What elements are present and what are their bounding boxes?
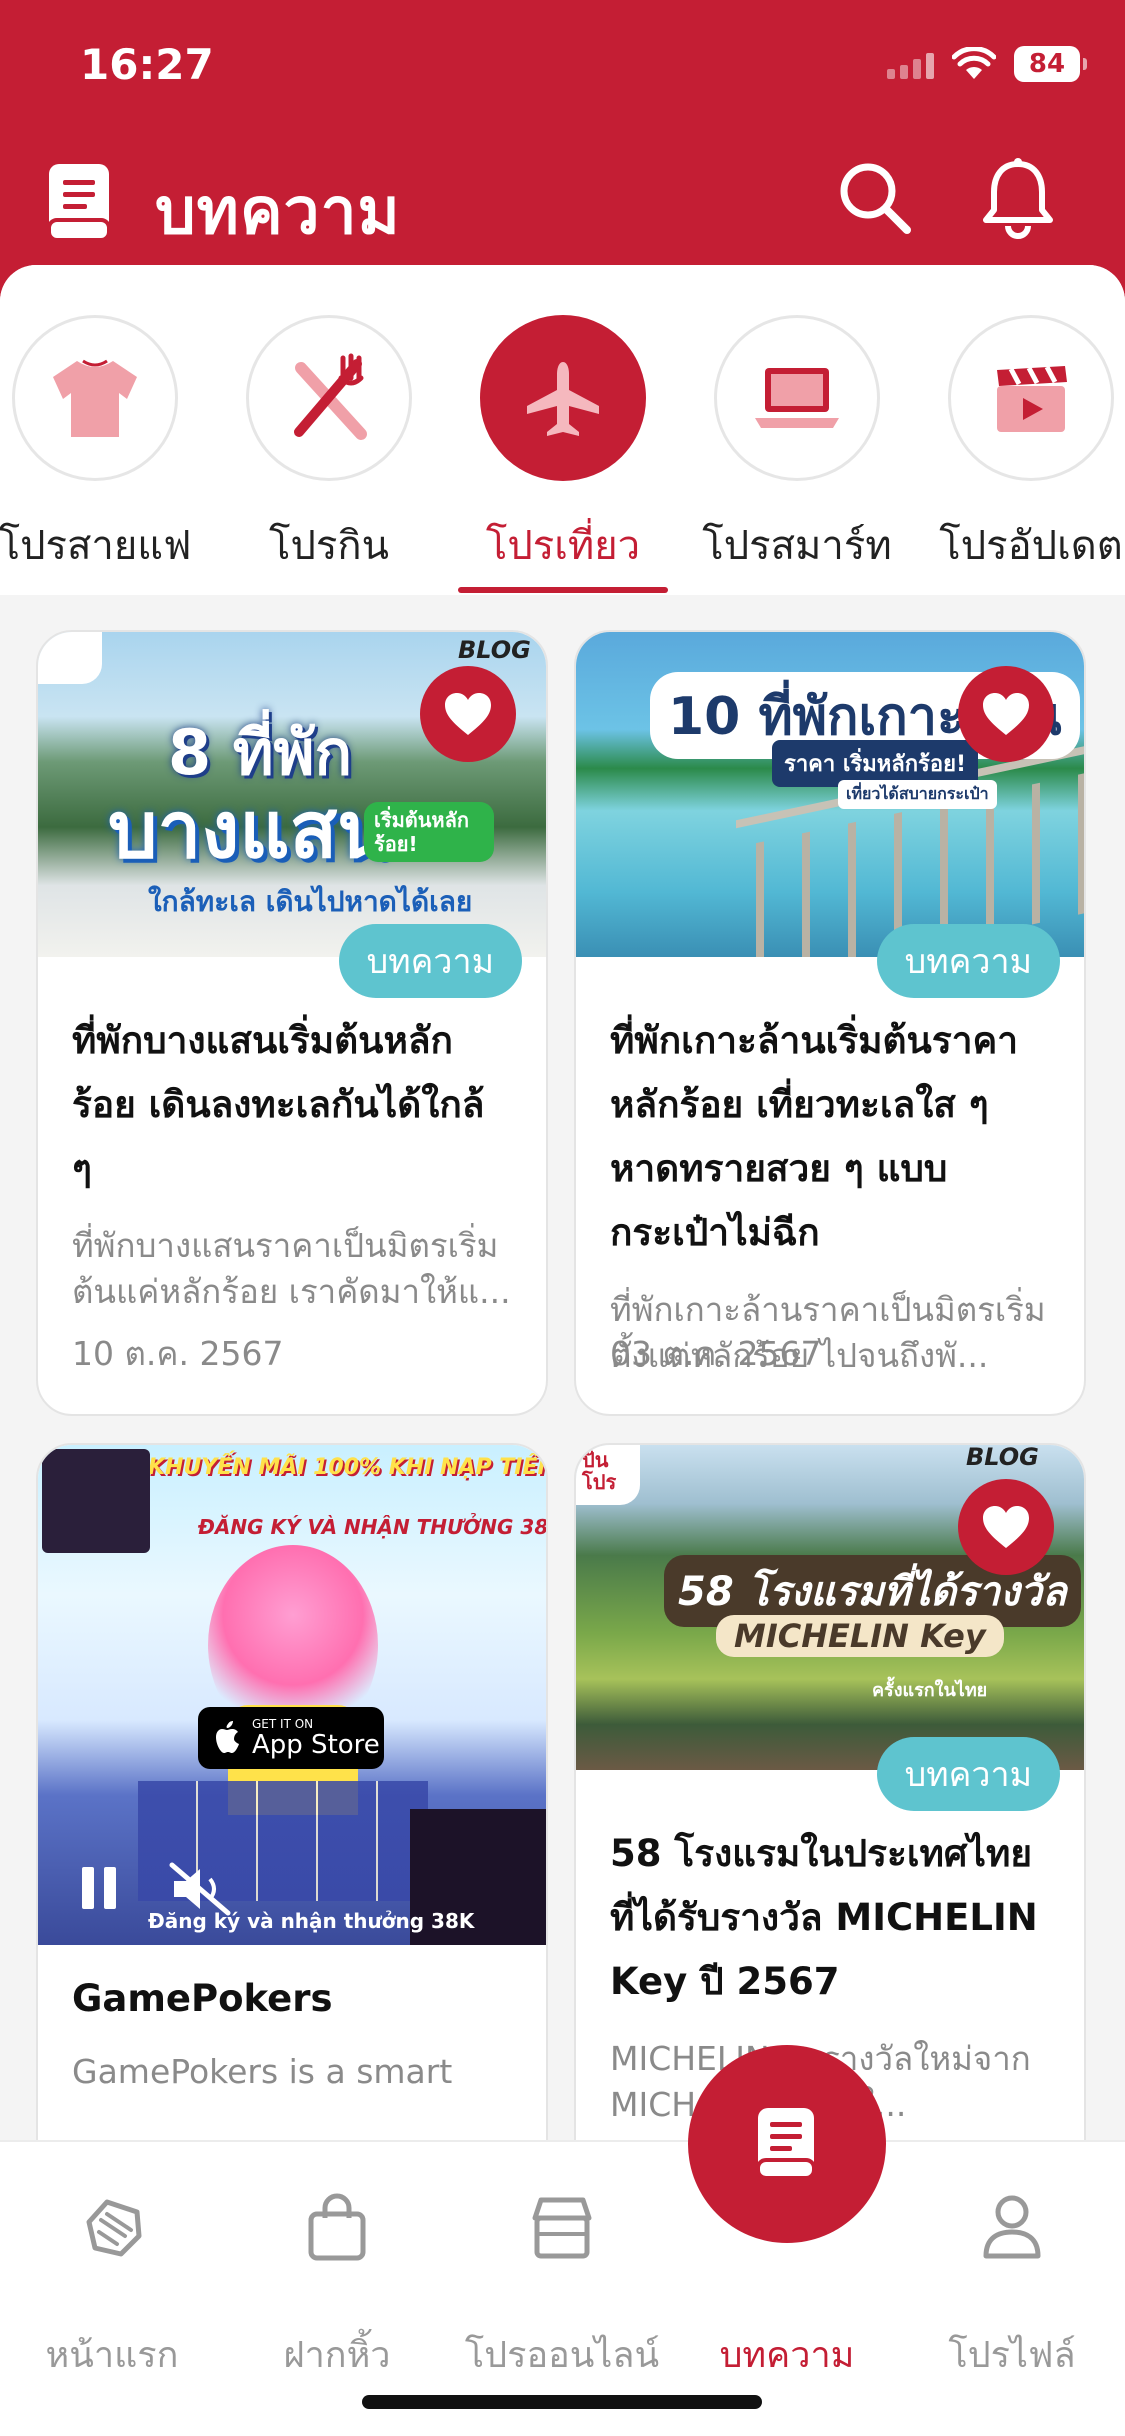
card-description: GamePokers is a smart [72, 2052, 453, 2091]
ad-banner-text: ĐĂNG KÝ VÀ NHẬN THƯỞNG 38K [198, 1515, 546, 1539]
nav-shop[interactable]: ฝากหิ้ว [227, 2182, 447, 2383]
status-bar: 16:27 84 [0, 0, 1125, 140]
book-icon [45, 162, 115, 246]
image-subtitle: ใกล้ทะเล เดินไปหาดได้เลย [148, 885, 473, 918]
card-description: ที่พักบางแสนราคาเป็นมิตรเริ่มต้นแค่หลักร… [72, 1226, 511, 1311]
mute-icon[interactable] [168, 1861, 232, 1921]
image-headline-main: บางแสน [108, 786, 391, 876]
storefront-icon [452, 2182, 672, 2272]
card-title: GamePokers [72, 1977, 333, 2020]
nav-label: ฝากหิ้ว [283, 2335, 391, 2376]
article-badge: บทความ [876, 1737, 1060, 1811]
card-title: ที่พักเกาะล้านเริ่มต้นราคาหลักร้อย เที่ย… [610, 1019, 1019, 1254]
apple-icon [216, 1721, 239, 1753]
home-indicator [362, 2395, 762, 2409]
category-label: โปรกิน [269, 523, 389, 569]
category-travel[interactable]: โปรเที่ยว [448, 315, 678, 577]
signal-icon [887, 49, 934, 79]
favorite-heart-button[interactable] [958, 666, 1054, 762]
nav-label: บทความ [719, 2335, 855, 2376]
notification-bell-icon[interactable] [980, 156, 1056, 244]
laptop-icon [714, 315, 880, 481]
image-logo-text: ปันโปร [582, 1448, 617, 1494]
page-title: บทความ [155, 175, 401, 249]
category-label: โปรสมาร์ท [702, 523, 892, 569]
pause-icon[interactable] [82, 1867, 126, 1913]
image-corner-text: BLOG [458, 636, 531, 664]
category-fashion[interactable]: โปรสายแฟ [0, 315, 210, 577]
clapperboard-icon [948, 315, 1114, 481]
nav-online-promo[interactable]: โปรออนไลน์ [452, 2182, 672, 2383]
category-label: โปรสายแฟ [0, 523, 192, 569]
app-header: บทความ [0, 140, 1125, 270]
article-badge: บทความ [338, 924, 522, 998]
fork-knife-icon [246, 315, 412, 481]
article-card[interactable]: BLOG 8 ที่พัก บางแสน เริ่มต้นหลักร้อย! ใ… [36, 630, 548, 1416]
shirt-icon [12, 315, 178, 481]
category-label: โปรเที่ยว [485, 523, 641, 569]
search-icon[interactable] [835, 158, 915, 242]
nav-profile[interactable]: โปรไฟล์ [902, 2182, 1122, 2383]
store-name: App Store [252, 1730, 380, 1760]
nav-home[interactable]: หน้าแรก [2, 2182, 222, 2383]
article-card[interactable]: ปันโปร BLOG 58 โรงแรมที่ได้รางวัล MICHEL… [574, 1443, 1086, 2145]
content-panel: โปรสายแฟ โปรกิน โปรเที่ยว โปรสมาร์ท โปรอ… [0, 265, 1125, 2145]
nav-label: หน้าแรก [45, 2335, 179, 2376]
active-tab-indicator [458, 587, 668, 593]
category-label: โปรอัปเดต [939, 523, 1123, 569]
favorite-heart-button[interactable] [420, 666, 516, 762]
status-time: 16:27 [80, 40, 214, 89]
user-icon [902, 2182, 1122, 2272]
image-subtitle: MICHELIN Key [716, 1615, 1004, 1657]
articles-fab-button[interactable] [688, 2045, 886, 2243]
card-date: 03 ต.ค. 2567 [610, 1334, 822, 1373]
wifi-icon [952, 47, 996, 81]
app-store-badge[interactable]: GET IT ON App Store [198, 1707, 384, 1769]
store-small-text: GET IT ON [252, 1717, 314, 1731]
card-title: 58 โรงแรมในประเทศไทยที่ได้รับรางวัล MICH… [610, 1832, 1038, 2003]
ad-banner-text: KHUYẾN MÃI 100% KHI NẠP TIỀN LẦN ĐẦU [148, 1455, 546, 1480]
battery-indicator: 84 [1014, 46, 1087, 82]
category-smart[interactable]: โปรสมาร์ท [682, 315, 912, 577]
book-icon [756, 2108, 816, 2180]
ad-video[interactable]: KHUYẾN MÃI 100% KHI NẠP TIỀN LẦN ĐẦU ĐĂN… [38, 1445, 546, 1945]
card-date: 10 ต.ค. 2567 [72, 1334, 284, 1373]
image-corner-text: BLOG [966, 1445, 1039, 1471]
image-tag: เริ่มต้นหลักร้อย! [364, 802, 494, 862]
home-hand-icon [2, 2182, 222, 2272]
status-icons: 84 [887, 46, 1087, 82]
shopping-bag-icon [227, 2182, 447, 2272]
card-title: ที่พักบางแสนเริ่มต้นหลักร้อย เดินลงทะเลก… [72, 1019, 485, 1190]
article-badge: บทความ [876, 924, 1060, 998]
image-tag: ครั้งแรกในไทย [872, 1680, 988, 1701]
bottom-nav: หน้าแรก ฝากหิ้ว โปรออนไลน์ บทความ โปรไฟล… [0, 2140, 1125, 2436]
ad-card[interactable]: KHUYẾN MÃI 100% KHI NẠP TIỀN LẦN ĐẦU ĐĂN… [36, 1443, 548, 2145]
favorite-heart-button[interactable] [958, 1479, 1054, 1575]
image-subtitle: เที่ยวได้สบายกระเป๋า [838, 780, 997, 809]
airplane-icon [480, 315, 646, 481]
article-card[interactable]: 10 ที่พักเกาะล้าน ราคา เริ่มหลักร้อย! เท… [574, 630, 1086, 1416]
category-update[interactable]: โปรอัปเดต [916, 315, 1125, 577]
nav-label: โปรไฟล์ [948, 2335, 1076, 2376]
category-food[interactable]: โปรกิน [214, 315, 444, 577]
category-bar: โปรสายแฟ โปรกิน โปรเที่ยว โปรสมาร์ท โปรอ… [0, 265, 1125, 595]
nav-label: โปรออนไลน์ [464, 2335, 660, 2376]
